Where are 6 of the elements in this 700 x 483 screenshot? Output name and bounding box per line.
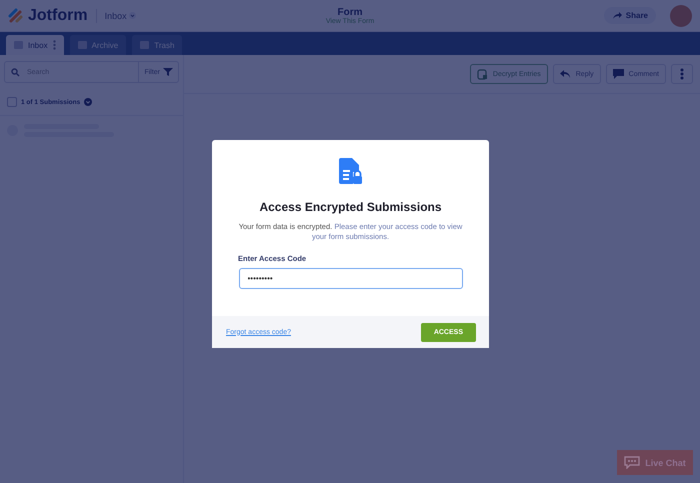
- chat-bubble-icon: [624, 456, 640, 469]
- logo-text: Jotform: [28, 6, 88, 24]
- dialog-title: Access Encrypted Submissions: [259, 200, 442, 214]
- access-code-field[interactable]: •••••••••: [238, 268, 462, 290]
- form-title[interactable]: Form: [338, 6, 362, 18]
- live-chat-button[interactable]: Live Chat: [617, 450, 693, 475]
